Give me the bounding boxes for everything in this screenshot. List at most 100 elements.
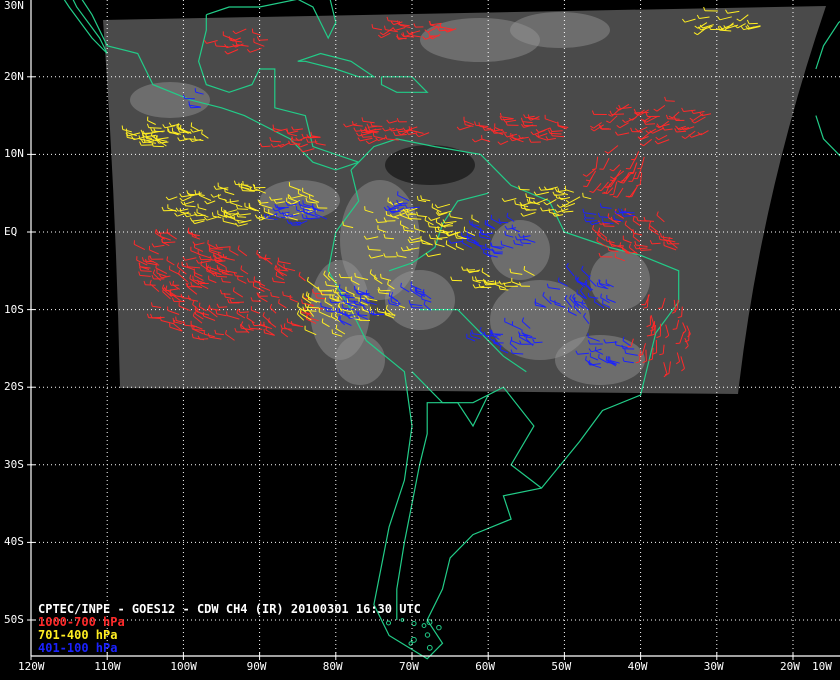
wind-barb-shaft bbox=[284, 214, 293, 217]
wind-barb-flag bbox=[224, 293, 226, 298]
wind-barb-shaft bbox=[681, 306, 683, 317]
legend-high-level: 401-100 hPa bbox=[38, 641, 118, 655]
wind-barb-flag bbox=[365, 289, 368, 294]
longitude-label: 90W bbox=[246, 660, 267, 673]
wind-barb-shaft bbox=[493, 252, 503, 255]
wind-barb-flag bbox=[481, 267, 484, 272]
wind-barb-flag bbox=[298, 201, 300, 206]
wind-barb-shaft bbox=[645, 349, 647, 362]
wind-barb-flag bbox=[614, 341, 617, 346]
wind-barb-flag bbox=[278, 299, 280, 304]
wind-barb-shaft bbox=[500, 288, 509, 291]
wind-barb-flag bbox=[582, 192, 584, 197]
wind-barb-flag bbox=[350, 276, 353, 281]
wind-barb-flag bbox=[166, 256, 169, 261]
island-outline bbox=[426, 644, 433, 651]
wind-barb-flag bbox=[371, 24, 374, 29]
latitude-label: 10N bbox=[4, 147, 24, 161]
coastline-segment bbox=[63, 0, 108, 54]
wind-barb-flag bbox=[400, 282, 402, 287]
latitude-label: 30S bbox=[4, 457, 24, 471]
island-outline bbox=[421, 623, 427, 629]
wind-barb-flag bbox=[558, 277, 560, 282]
wind-barb-flag bbox=[272, 124, 275, 129]
wind-barb-shaft bbox=[239, 311, 249, 313]
wind-barb-flag bbox=[263, 328, 265, 333]
longitude-label: 80W bbox=[322, 660, 343, 673]
wind-barb-shaft bbox=[636, 247, 648, 250]
wind-barb-flag bbox=[278, 267, 280, 272]
wind-barb-flag bbox=[434, 240, 436, 245]
wind-barb-flag bbox=[416, 196, 419, 201]
wind-barb-flag bbox=[435, 218, 438, 223]
wind-barb-flag bbox=[324, 297, 327, 302]
longitude-label: 120W bbox=[18, 660, 45, 673]
wind-barb-flag bbox=[613, 215, 615, 220]
wind-barb-shaft bbox=[237, 208, 249, 210]
wind-barb-flag bbox=[596, 282, 599, 287]
longitude-label: 30W bbox=[703, 660, 724, 673]
wind-barb-flag bbox=[424, 216, 427, 221]
wind-barb-shaft bbox=[385, 237, 395, 240]
wind-barb-flag bbox=[523, 266, 526, 271]
wind-barb-shaft bbox=[476, 279, 486, 282]
wind-barb-shaft bbox=[645, 220, 655, 222]
wind-barb-shaft bbox=[651, 242, 661, 245]
wind-barb-flag bbox=[479, 228, 482, 233]
wind-barb-flag bbox=[445, 240, 448, 245]
wind-barb-flag bbox=[359, 294, 362, 299]
island-outline bbox=[424, 632, 431, 638]
cloud-patch bbox=[130, 82, 210, 118]
wind-barb-shaft bbox=[398, 202, 408, 205]
longitude-label: 40W bbox=[627, 660, 648, 673]
wind-barb-shaft bbox=[534, 341, 543, 344]
wind-barb-flag bbox=[632, 229, 634, 234]
wind-barb-shaft bbox=[611, 245, 623, 247]
wind-barb-shaft bbox=[665, 100, 675, 102]
wind-barb-shaft bbox=[651, 347, 654, 360]
wind-barb-flag bbox=[376, 307, 379, 312]
latitude-label: 20N bbox=[4, 69, 24, 83]
wind-barb-flag bbox=[301, 299, 303, 304]
wind-barb-shaft bbox=[521, 242, 531, 245]
wind-barb-flag bbox=[277, 260, 279, 265]
latitude-label: EQ bbox=[4, 225, 18, 238]
wind-barb-flag bbox=[609, 193, 614, 196]
wind-barb-flag bbox=[160, 316, 162, 321]
wind-barb-shaft bbox=[258, 39, 269, 41]
longitude-label: 100W bbox=[170, 660, 197, 673]
wind-barb-flag bbox=[190, 122, 193, 127]
wind-barb-flag bbox=[557, 121, 559, 126]
wind-barb-flag bbox=[194, 189, 197, 194]
wind-barb-flag bbox=[270, 292, 272, 297]
wind-barb-flag bbox=[388, 292, 391, 297]
latitude-label: 30N bbox=[4, 0, 24, 12]
longitude-label: 60W bbox=[475, 660, 496, 673]
wind-barb-flag bbox=[179, 208, 182, 213]
wind-barb-flag bbox=[398, 21, 401, 26]
cloud-patch bbox=[490, 220, 550, 280]
wind-barb-flag bbox=[490, 242, 492, 247]
wind-barb-shaft bbox=[184, 138, 195, 140]
longitude-label: 110W bbox=[94, 660, 121, 673]
island-outline bbox=[436, 624, 442, 631]
latitude-label: 50S bbox=[4, 613, 24, 626]
wind-barb-shaft bbox=[346, 314, 356, 316]
coastline-segment bbox=[396, 394, 489, 620]
wind-barb-flag bbox=[225, 266, 227, 271]
wind-barb-flag bbox=[439, 23, 442, 28]
wind-barb-shaft bbox=[221, 293, 231, 295]
latitude-label: 20S bbox=[4, 380, 24, 394]
wind-barb-flag bbox=[215, 309, 218, 314]
wind-barb-flag bbox=[605, 236, 607, 242]
wind-barb-flag bbox=[478, 232, 481, 237]
wind-barb-flag bbox=[172, 317, 175, 322]
wind-barb-flag bbox=[429, 21, 431, 26]
latitude-label: 10S bbox=[4, 302, 24, 316]
wind-barb-flag bbox=[587, 292, 590, 297]
wind-barb-flag bbox=[141, 132, 144, 137]
satellite-wind-map: 30N 20N 10N EQ 10S 20S 30S 40S 50S 120W 110W 100W 9… bbox=[0, 0, 840, 680]
wind-barb-flag bbox=[198, 302, 201, 307]
wind-barb-shaft bbox=[235, 275, 244, 278]
wind-barb-flag bbox=[489, 329, 491, 334]
